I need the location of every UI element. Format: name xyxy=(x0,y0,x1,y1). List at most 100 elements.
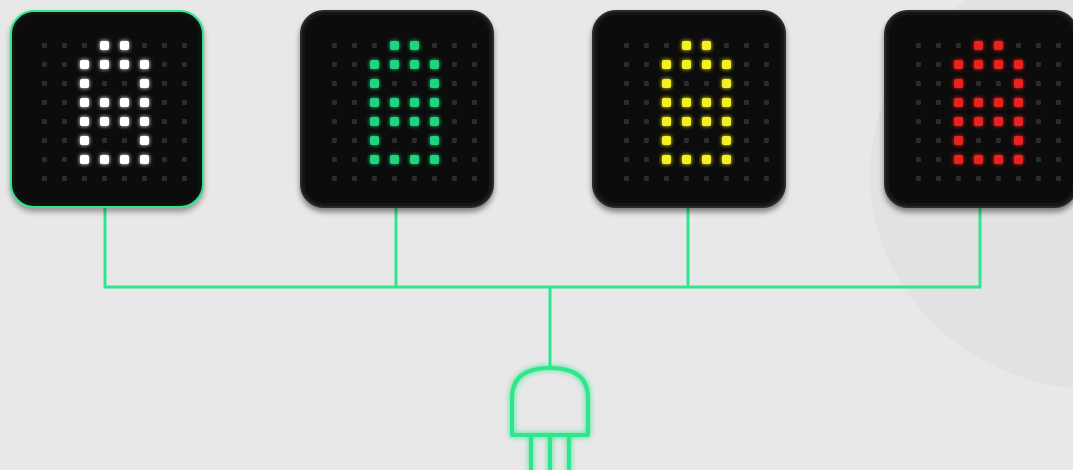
led-pixel-off xyxy=(1049,94,1069,113)
led-pixel-off xyxy=(637,113,657,132)
led-pixel-on xyxy=(365,151,385,170)
led-pixel-off xyxy=(345,113,365,132)
led-pixel-on xyxy=(657,94,677,113)
led-pixel-on xyxy=(425,94,445,113)
led-pixel-off xyxy=(1029,170,1049,189)
led-pixel-on xyxy=(677,94,697,113)
led-pixel-on xyxy=(1009,94,1029,113)
led-pixel-off xyxy=(617,94,637,113)
led-pixel-off xyxy=(617,132,637,151)
led-pixel-on xyxy=(115,37,135,56)
led-pixel-off xyxy=(929,151,949,170)
led-pixel-off xyxy=(1029,132,1049,151)
led-pixel-off xyxy=(969,132,989,151)
led-pixel-off xyxy=(717,170,737,189)
led-pixel-off xyxy=(55,75,75,94)
led-pixel-off xyxy=(445,151,465,170)
led-pixel-off xyxy=(55,132,75,151)
led-pixel-off xyxy=(989,132,1009,151)
led-pixel-off xyxy=(757,151,777,170)
led-pixel-on xyxy=(75,94,95,113)
led-pixel-off xyxy=(175,94,195,113)
led-pixel-on xyxy=(425,132,445,151)
led-pixel-off xyxy=(737,94,757,113)
led-pixel-off xyxy=(757,37,777,56)
led-pixel-on xyxy=(75,113,95,132)
led-pixel-off xyxy=(757,170,777,189)
led-grid xyxy=(325,37,485,189)
led-pixel-on xyxy=(969,37,989,56)
led-pixel-off xyxy=(75,37,95,56)
led-pixel-off xyxy=(1009,37,1029,56)
led-pixel-off xyxy=(115,132,135,151)
led-pixel-off xyxy=(1009,170,1029,189)
led-pixel-off xyxy=(95,132,115,151)
led-pixel-on xyxy=(949,132,969,151)
led-pixel-off xyxy=(757,56,777,75)
led-pixel-on xyxy=(365,56,385,75)
led-pixel-off xyxy=(909,170,929,189)
led-pixel-on xyxy=(75,75,95,94)
led-matrix-white xyxy=(10,10,204,208)
led-pixel-on xyxy=(969,56,989,75)
led-pixel-off xyxy=(637,37,657,56)
led-pixel-off xyxy=(345,94,365,113)
led-pixel-off xyxy=(55,151,75,170)
led-pixel-on xyxy=(677,113,697,132)
led-pixel-off xyxy=(55,37,75,56)
led-pixel-off xyxy=(737,37,757,56)
led-matrix-diagram xyxy=(0,0,1073,470)
led-pixel-on xyxy=(677,37,697,56)
led-pixel-on xyxy=(75,132,95,151)
led-pixel-off xyxy=(1049,75,1069,94)
led-pixel-off xyxy=(929,94,949,113)
led-pixel-on xyxy=(385,37,405,56)
led-pixel-on xyxy=(697,37,717,56)
led-pixel-off xyxy=(637,75,657,94)
led-pixel-off xyxy=(325,75,345,94)
led-pixel-off xyxy=(1029,151,1049,170)
led-pixel-off xyxy=(155,94,175,113)
led-pixel-off xyxy=(55,56,75,75)
led-pixel-off xyxy=(1029,94,1049,113)
led-pixel-off xyxy=(1029,75,1049,94)
led-pixel-on xyxy=(717,151,737,170)
led-pixel-off xyxy=(405,170,425,189)
led-pixel-off xyxy=(325,170,345,189)
led-pixel-off xyxy=(909,132,929,151)
led-pixel-off xyxy=(55,94,75,113)
led-pixel-off xyxy=(1029,56,1049,75)
led-pixel-off xyxy=(1029,113,1049,132)
led-pixel-on xyxy=(949,56,969,75)
led-pixel-on xyxy=(949,151,969,170)
led-pixel-on xyxy=(989,94,1009,113)
led-pixel-off xyxy=(445,94,465,113)
led-pixel-on xyxy=(95,94,115,113)
led-pixel-on xyxy=(989,151,1009,170)
led-pixel-off xyxy=(95,170,115,189)
led-pixel-on xyxy=(95,113,115,132)
led-pixel-off xyxy=(465,94,485,113)
led-pixel-off xyxy=(155,75,175,94)
led-grid xyxy=(617,37,777,189)
led-pixel-on xyxy=(989,37,1009,56)
led-pixel-off xyxy=(617,113,637,132)
led-pixel-off xyxy=(155,113,175,132)
led-pixel-off xyxy=(989,170,1009,189)
led-pixel-on xyxy=(717,75,737,94)
led-pixel-off xyxy=(445,113,465,132)
led-pixel-off xyxy=(969,170,989,189)
led-pixel-off xyxy=(385,132,405,151)
led-pixel-off xyxy=(445,75,465,94)
led-pixel-on xyxy=(115,113,135,132)
led-pixel-off xyxy=(325,37,345,56)
led-pixel-off xyxy=(35,94,55,113)
led-grid xyxy=(909,37,1069,189)
led-pixel-off xyxy=(155,37,175,56)
led-pixel-on xyxy=(385,94,405,113)
led-pixel-off xyxy=(717,37,737,56)
led-pixel-off xyxy=(135,170,155,189)
led-pixel-on xyxy=(697,94,717,113)
led-pixel-off xyxy=(325,94,345,113)
led-pixel-off xyxy=(465,132,485,151)
